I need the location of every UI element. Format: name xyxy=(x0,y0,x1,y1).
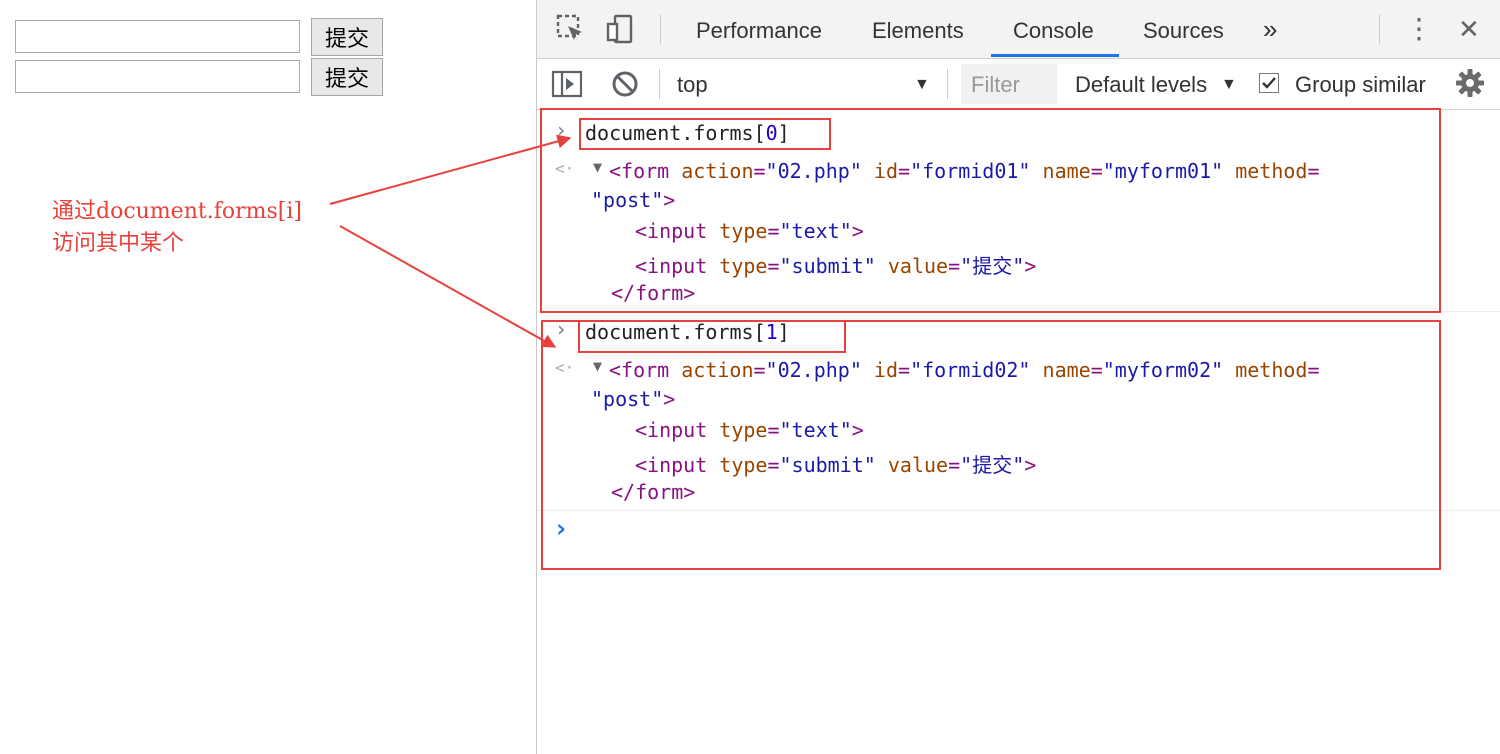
arrow-to-forms-1 xyxy=(339,225,557,348)
arrow-to-forms-0 xyxy=(329,134,572,205)
annotation-arrows xyxy=(329,134,572,348)
